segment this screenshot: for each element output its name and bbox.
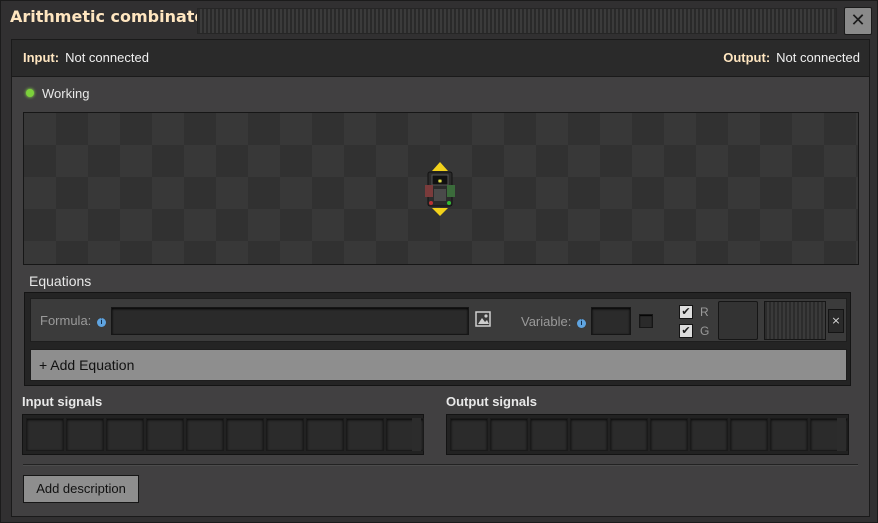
input-connection: Input: Not connected [23,50,149,65]
input-signals-heading: Input signals [22,394,103,409]
scrollbar-gutter[interactable] [837,418,846,451]
formula-label-text: Formula: [40,313,92,328]
signal-cell[interactable] [346,418,384,451]
output-signal-slot[interactable] [718,301,758,340]
variable-toggle[interactable] [639,314,653,328]
signal-slot-disabled [764,301,826,340]
add-equation-label: + Add Equation [39,357,135,373]
signal-cell[interactable] [730,418,768,451]
output-signals-heading: Output signals [446,394,537,409]
footer-divider [23,464,858,466]
status-text: Working [42,86,90,101]
signal-cell[interactable] [450,418,488,451]
formula-input[interactable] [111,307,469,335]
formula-label: Formula: i [40,313,106,328]
signal-cell[interactable] [106,418,144,451]
arithmetic-combinator-window: Arithmetic combinator ✕ Input: Not connec… [0,0,878,523]
signal-cell[interactable] [770,418,808,451]
image-picker-icon[interactable] [475,311,491,327]
input-value: Not connected [65,50,149,65]
equations-heading: Equations [29,273,92,289]
title-bar: Arithmetic combinator ✕ [1,1,877,37]
entity-preview[interactable]: ✱ [23,112,859,265]
signal-cell[interactable] [266,418,304,451]
close-button[interactable]: ✕ [844,7,872,35]
scrollbar-gutter[interactable] [412,418,421,451]
checkmark-icon: ✔ [681,324,691,337]
checkmark-icon: ✔ [681,305,691,318]
add-description-button[interactable]: Add description [23,475,139,503]
window-title: Arithmetic combinator [10,7,214,26]
variable-label: Variable: i [521,314,586,329]
signal-cell[interactable] [306,418,344,451]
red-wire-label: R [700,305,709,319]
drag-handle[interactable] [197,8,837,34]
green-wire-label: G [700,324,710,338]
green-wire-checkbox[interactable]: ✔ [679,324,693,338]
variable-label-text: Variable: [521,314,572,329]
red-wire-checkbox[interactable]: ✔ [679,305,693,319]
output-connection: Output: Not connected [723,50,860,65]
info-icon: i [96,318,106,327]
signal-cell[interactable] [226,418,264,451]
arithmetic-combinator-icon: ✱ [425,162,455,216]
output-label: Output: [723,50,771,65]
output-value: Not connected [776,50,860,65]
equation-row: Formula: i Variable: i ✔ R ✔ G × [30,298,847,342]
signal-cell[interactable] [26,418,64,451]
signal-cell[interactable] [530,418,568,451]
remove-equation-button[interactable]: × [828,309,844,333]
signal-cell[interactable] [570,418,608,451]
connection-bar: Input: Not connected Output: Not connected [12,40,869,77]
signal-cell[interactable] [650,418,688,451]
signal-cell[interactable] [186,418,224,451]
input-signals-grid [22,414,424,455]
output-signals-grid [446,414,849,455]
info-icon: i [576,319,586,328]
add-equation-button[interactable]: + Add Equation [30,349,847,381]
status-light-icon [26,89,34,97]
signal-cell[interactable] [490,418,528,451]
signal-cell[interactable] [146,418,184,451]
signal-cell[interactable] [690,418,728,451]
content-panel: Input: Not connected Output: Not connected… [11,39,870,517]
input-label: Input: [23,50,60,65]
equations-panel: Formula: i Variable: i ✔ R ✔ G × + Add E… [24,292,851,386]
signal-cell[interactable] [66,418,104,451]
status-indicator: Working [26,86,89,101]
signal-cell[interactable] [610,418,648,451]
variable-slot[interactable] [591,307,631,335]
